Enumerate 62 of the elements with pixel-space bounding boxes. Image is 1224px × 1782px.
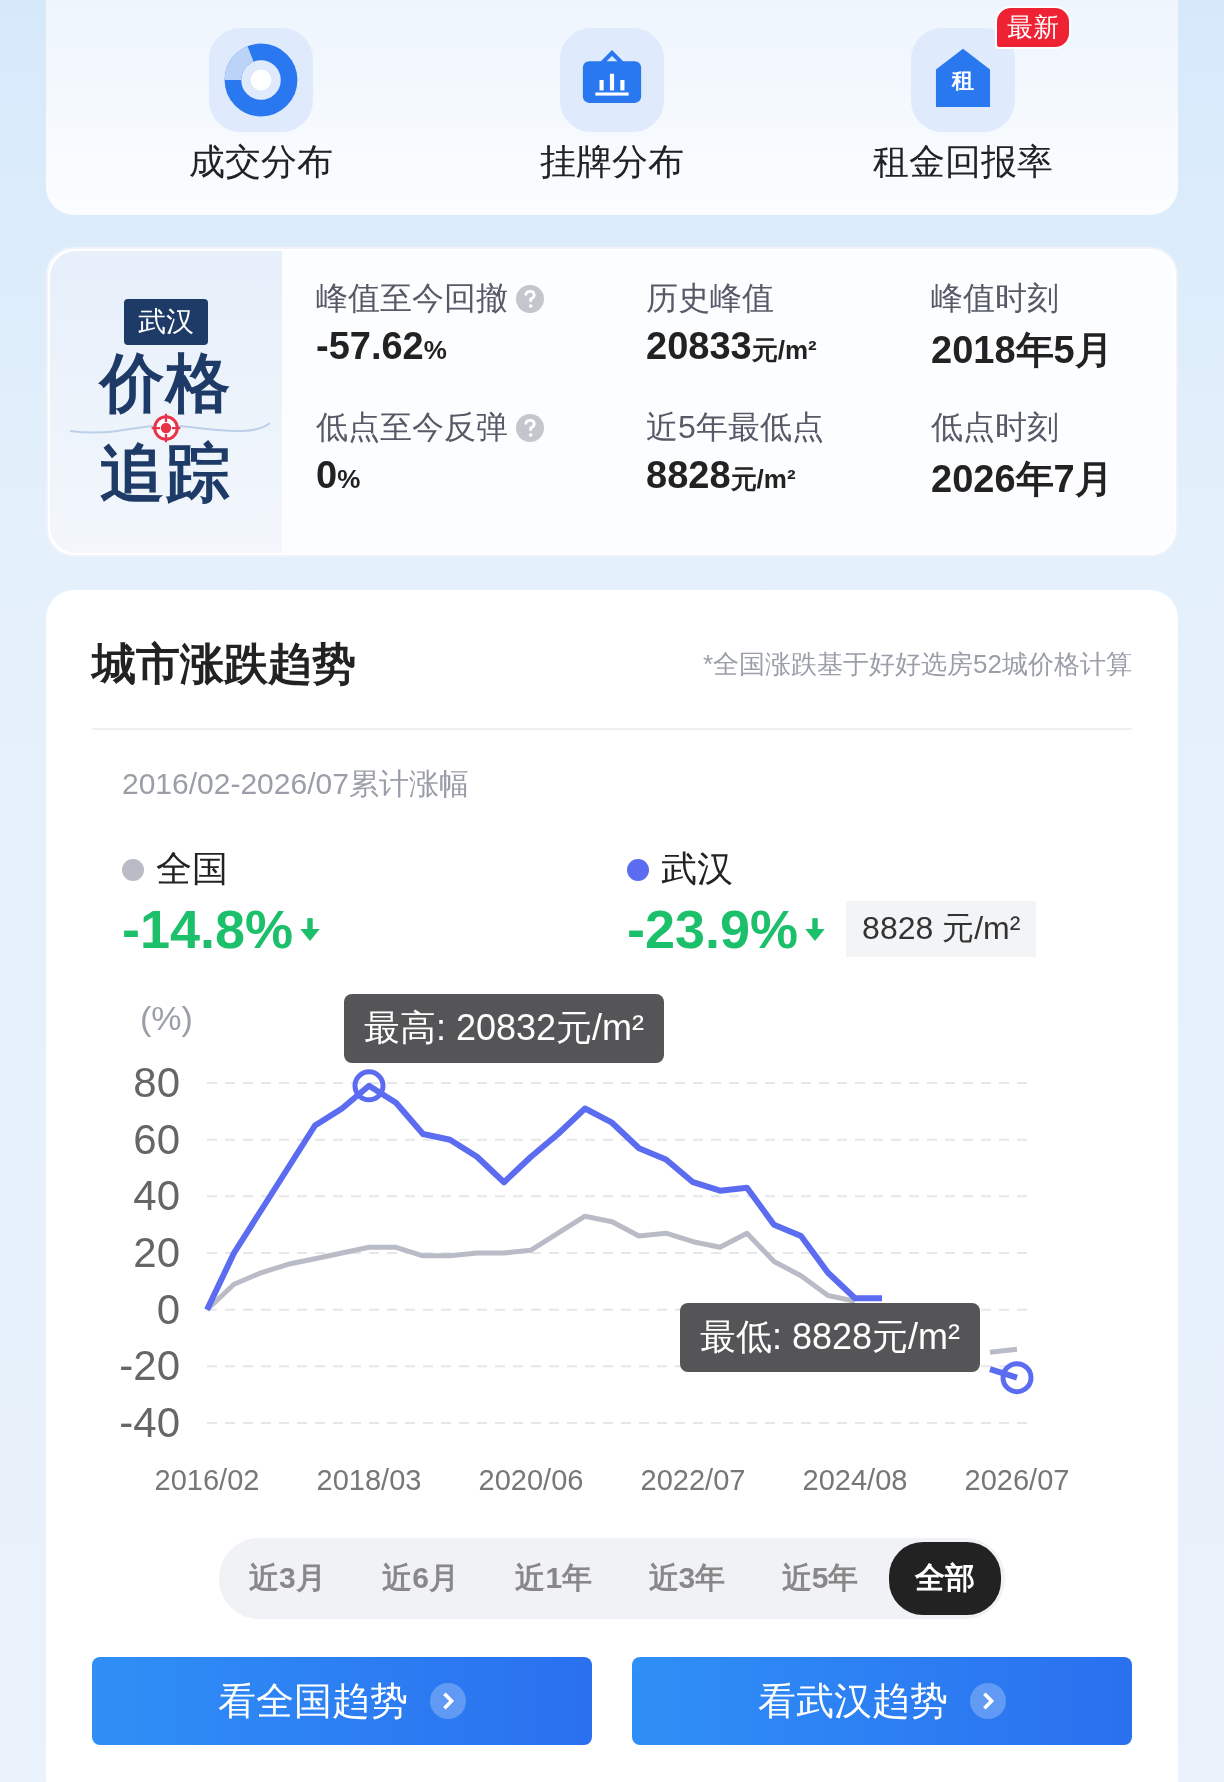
stat-value: 0 <box>316 454 338 496</box>
x-tick-label: 2024/08 <box>802 1464 908 1496</box>
trend-button[interactable]: 看武汉趋势 <box>632 1657 1132 1745</box>
stat-unit: % <box>423 335 447 365</box>
chevron-icon <box>430 1683 466 1719</box>
y-tick-label: 80 <box>133 1059 180 1106</box>
shortcut-label[interactable]: 租金回报率 <box>872 138 1053 187</box>
range-tab[interactable]: 全部 <box>888 1542 1001 1615</box>
change-value: -23.9% <box>627 898 799 960</box>
stat-value: -57.62 <box>316 325 424 367</box>
tracker-title: 价格 <box>100 353 232 413</box>
change-value: -14.8% <box>122 898 294 960</box>
shortcut-label[interactable]: 挂牌分布 <box>540 138 684 187</box>
point-marker <box>352 1069 386 1103</box>
range-tab[interactable]: 近3年 <box>622 1542 752 1615</box>
city-tag: 武汉 <box>124 299 208 345</box>
price-tag: 8828 元/m² <box>846 901 1037 957</box>
down-arrow-icon <box>299 916 322 942</box>
y-tick-label: -40 <box>119 1399 180 1446</box>
y-tick-label: -20 <box>119 1342 180 1390</box>
value-tooltip: 最高: 20832元/m² <box>344 993 665 1063</box>
x-tick-label: 2016/02 <box>154 1464 260 1496</box>
down-arrow-icon <box>804 916 827 942</box>
legend-name: 全国 <box>156 847 228 891</box>
legend-name: 武汉 <box>661 847 733 891</box>
stat-value: 2026年7月 <box>931 458 1113 500</box>
stat-label: 低点时刻 <box>931 408 1059 447</box>
range-tab[interactable]: 近1年 <box>489 1542 619 1615</box>
section-title: 城市涨跌趋势 <box>92 637 356 690</box>
range-tab[interactable]: 近3月 <box>223 1542 352 1615</box>
new-badge: 最新 <box>994 6 1071 49</box>
trend-button[interactable]: 看全国趋势 <box>92 1657 592 1745</box>
stat-label: 低点至今反弹 <box>316 408 508 447</box>
donut-chart-icon[interactable] <box>209 28 314 132</box>
footnote: *全国涨跌基于好好选房52城价格计算 <box>702 647 1132 681</box>
stat-label: 历史峰值 <box>646 279 774 318</box>
y-tick-label: 0 <box>156 1285 180 1333</box>
stat-unit: % <box>337 464 361 494</box>
bar-chart-board-icon[interactable] <box>560 28 664 132</box>
stat-value: 2018年5月 <box>931 329 1113 371</box>
y-tick-label: 60 <box>133 1115 180 1163</box>
range-tab[interactable]: 近5年 <box>755 1542 885 1615</box>
stat-label: 峰值时刻 <box>931 279 1059 318</box>
axis-unit-label: (%) <box>140 999 193 1037</box>
stat-label: 峰值至今回撤 <box>316 279 508 318</box>
x-tick-label: 2020/06 <box>478 1464 584 1496</box>
y-tick-label: 20 <box>133 1229 180 1276</box>
stat-label: 近5年最低点 <box>646 408 824 447</box>
point-marker <box>1000 1361 1034 1395</box>
stat-value: 8828 <box>646 454 731 496</box>
stat-unit: 元/m² <box>730 464 796 494</box>
x-tick-label: 2026/07 <box>964 1464 1070 1496</box>
y-tick-label: 40 <box>133 1172 180 1220</box>
stat-unit: 元/m² <box>751 335 817 365</box>
period-label: 2016/02-2026/07累计涨幅 <box>122 766 470 802</box>
shortcut-label[interactable]: 成交分布 <box>189 138 334 187</box>
chevron-icon <box>970 1683 1006 1719</box>
stat-value: 20833 <box>646 325 752 367</box>
range-tab[interactable]: 近6月 <box>356 1542 485 1615</box>
x-tick-label: 2018/03 <box>316 1464 422 1496</box>
value-tooltip: 最低: 8828元/m² <box>679 1302 980 1372</box>
x-tick-label: 2022/07 <box>640 1464 746 1496</box>
